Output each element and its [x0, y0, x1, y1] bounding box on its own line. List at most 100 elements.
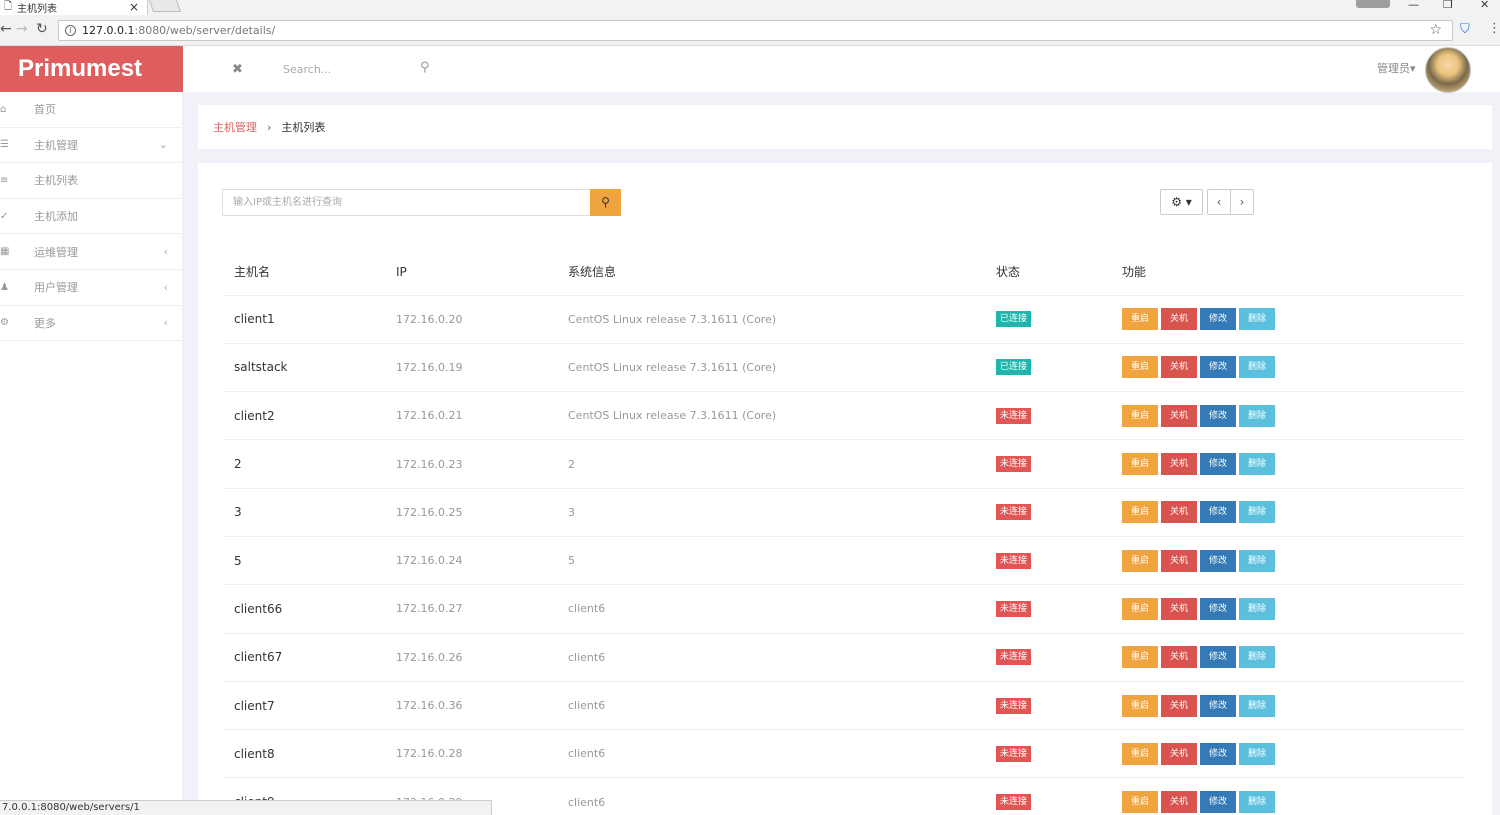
url-input[interactable]: i 127.0.0.1:8080/web/server/details/ ☆ [58, 20, 1453, 41]
reload-icon[interactable]: ↻ [36, 21, 48, 37]
host-search-input[interactable]: 输入IP或主机名进行查询 [222, 189, 591, 216]
status-badge: 未连接 [996, 600, 1032, 617]
shutdown-button[interactable]: 关机 [1161, 597, 1197, 620]
column-header-status: 状态 [996, 265, 1021, 280]
sidebar-item[interactable]: ⚙ 更多 ‹ [0, 306, 182, 342]
sidebar-item[interactable]: ≡ 主机列表 [0, 163, 182, 199]
avatar[interactable] [1425, 47, 1471, 93]
host-name-cell: client8 [224, 729, 386, 778]
shutdown-button[interactable]: 关机 [1161, 549, 1197, 572]
actions-cell: 重启 关机 修改 删除 [1112, 729, 1464, 778]
shutdown-button[interactable]: 关机 [1161, 742, 1197, 765]
global-search-input[interactable]: Search... [283, 63, 331, 76]
restore-icon[interactable]: ❐ [1443, 0, 1453, 12]
restart-button[interactable]: 重启 [1122, 308, 1158, 331]
edit-button[interactable]: 修改 [1200, 501, 1236, 524]
actions-cell: 重启 关机 修改 删除 [1112, 294, 1464, 344]
edit-button[interactable]: 修改 [1200, 646, 1236, 669]
delete-button[interactable]: 删除 [1239, 308, 1275, 331]
host-ip-cell: 172.16.0.23 [386, 439, 558, 489]
restart-button[interactable]: 重启 [1122, 404, 1158, 427]
shutdown-button[interactable]: 关机 [1161, 404, 1197, 427]
host-search-button[interactable]: ⚲ [590, 189, 621, 216]
restart-button[interactable]: 重启 [1122, 694, 1158, 717]
profile-badge[interactable] [1356, 0, 1390, 8]
edit-button[interactable]: 修改 [1200, 742, 1236, 765]
delete-button[interactable]: 删除 [1239, 597, 1275, 620]
delete-button[interactable]: 删除 [1239, 646, 1275, 669]
shutdown-button[interactable]: 关机 [1161, 308, 1197, 331]
delete-button[interactable]: 删除 [1239, 791, 1275, 814]
window-close-icon[interactable]: ✕ [1480, 0, 1489, 12]
forward-icon[interactable]: → [16, 21, 28, 37]
delete-button[interactable]: 删除 [1239, 356, 1275, 379]
host-system-cell: client6 [558, 680, 986, 730]
shutdown-button[interactable]: 关机 [1161, 694, 1197, 717]
delete-button[interactable]: 删除 [1239, 501, 1275, 524]
bookmark-star-icon[interactable]: ☆ [1429, 22, 1442, 38]
sidebar-item[interactable]: ▦ 运维管理 ‹ [0, 234, 182, 270]
sidebar-item[interactable]: ♟ 用户管理 ‹ [0, 270, 182, 306]
restart-button[interactable]: 重启 [1122, 356, 1158, 379]
breadcrumb-parent-link[interactable]: 主机管理 [213, 119, 257, 135]
shutdown-button[interactable]: 关机 [1161, 791, 1197, 814]
info-icon[interactable]: i [65, 25, 76, 36]
edit-button[interactable]: 修改 [1200, 404, 1236, 427]
app-logo[interactable]: Primumest [0, 46, 183, 92]
edit-button[interactable]: 修改 [1200, 356, 1236, 379]
restart-button[interactable]: 重启 [1122, 549, 1158, 572]
sidebar-item[interactable]: ⌂ 首页 [0, 92, 182, 128]
delete-button[interactable]: 删除 [1239, 453, 1275, 476]
close-icon[interactable]: × [129, 0, 139, 14]
edit-button[interactable]: 修改 [1200, 791, 1236, 814]
edit-button[interactable]: 修改 [1200, 453, 1236, 476]
status-badge: 未连接 [996, 407, 1032, 424]
fullscreen-icon[interactable]: ✖ [232, 62, 243, 77]
restart-button[interactable]: 重启 [1122, 742, 1158, 765]
table-row: client2 172.16.0.21 CentOS Linux release 7… [224, 391, 1464, 440]
browser-tab[interactable]: 🗋 主机列表 × [0, 0, 148, 15]
status-cell: 未连接 [986, 680, 1112, 730]
shutdown-button[interactable]: 关机 [1161, 646, 1197, 669]
restart-button[interactable]: 重启 [1122, 501, 1158, 524]
delete-button[interactable]: 删除 [1239, 549, 1275, 572]
back-icon[interactable]: ← [0, 21, 12, 37]
host-name-cell: 5 [224, 535, 386, 585]
shutdown-button[interactable]: 关机 [1161, 356, 1197, 379]
host-ip-cell: 172.16.0.19 [386, 342, 558, 392]
prev-page-button[interactable]: ‹ [1207, 189, 1231, 215]
extension-shield-icon[interactable]: ⛉ [1460, 22, 1470, 37]
shutdown-button[interactable]: 关机 [1161, 501, 1197, 524]
browser-menu-icon[interactable]: ⋮ [1488, 21, 1500, 36]
sidebar-item[interactable]: ✓ 主机添加 [0, 199, 182, 235]
user-menu[interactable]: 管理员▾ [1377, 60, 1416, 76]
sidebar-item[interactable]: ☰ 主机管理 ⌄ [0, 128, 182, 164]
actions-cell: 重启 关机 修改 删除 [1112, 584, 1464, 634]
edit-button[interactable]: 修改 [1200, 694, 1236, 717]
search-icon[interactable]: ⚲ [420, 60, 430, 75]
restart-button[interactable]: 重启 [1122, 791, 1158, 814]
delete-button[interactable]: 删除 [1239, 694, 1275, 717]
shutdown-button[interactable]: 关机 [1161, 453, 1197, 476]
edit-button[interactable]: 修改 [1200, 308, 1236, 331]
caret-down-icon: ▾ [1410, 62, 1416, 75]
edit-button[interactable]: 修改 [1200, 549, 1236, 572]
status-cell: 未连接 [986, 584, 1112, 634]
host-system-cell: 2 [558, 439, 986, 489]
status-cell: 未连接 [986, 487, 1112, 537]
new-tab-button[interactable] [148, 0, 182, 12]
minimize-icon[interactable]: — [1408, 0, 1419, 12]
restart-button[interactable]: 重启 [1122, 453, 1158, 476]
status-cell: 未连接 [986, 439, 1112, 489]
restart-button[interactable]: 重启 [1122, 597, 1158, 620]
status-badge: 未连接 [996, 794, 1032, 811]
next-page-button[interactable]: › [1230, 189, 1254, 215]
actions-cell: 重启 关机 修改 删除 [1112, 342, 1464, 392]
delete-button[interactable]: 删除 [1239, 742, 1275, 765]
delete-button[interactable]: 删除 [1239, 404, 1275, 427]
restart-button[interactable]: 重启 [1122, 646, 1158, 669]
column-settings-button[interactable]: ⚙ ▾ [1160, 189, 1203, 215]
edit-button[interactable]: 修改 [1200, 597, 1236, 620]
status-badge: 未连接 [996, 504, 1032, 521]
actions-cell: 重启 关机 修改 删除 [1112, 535, 1464, 585]
